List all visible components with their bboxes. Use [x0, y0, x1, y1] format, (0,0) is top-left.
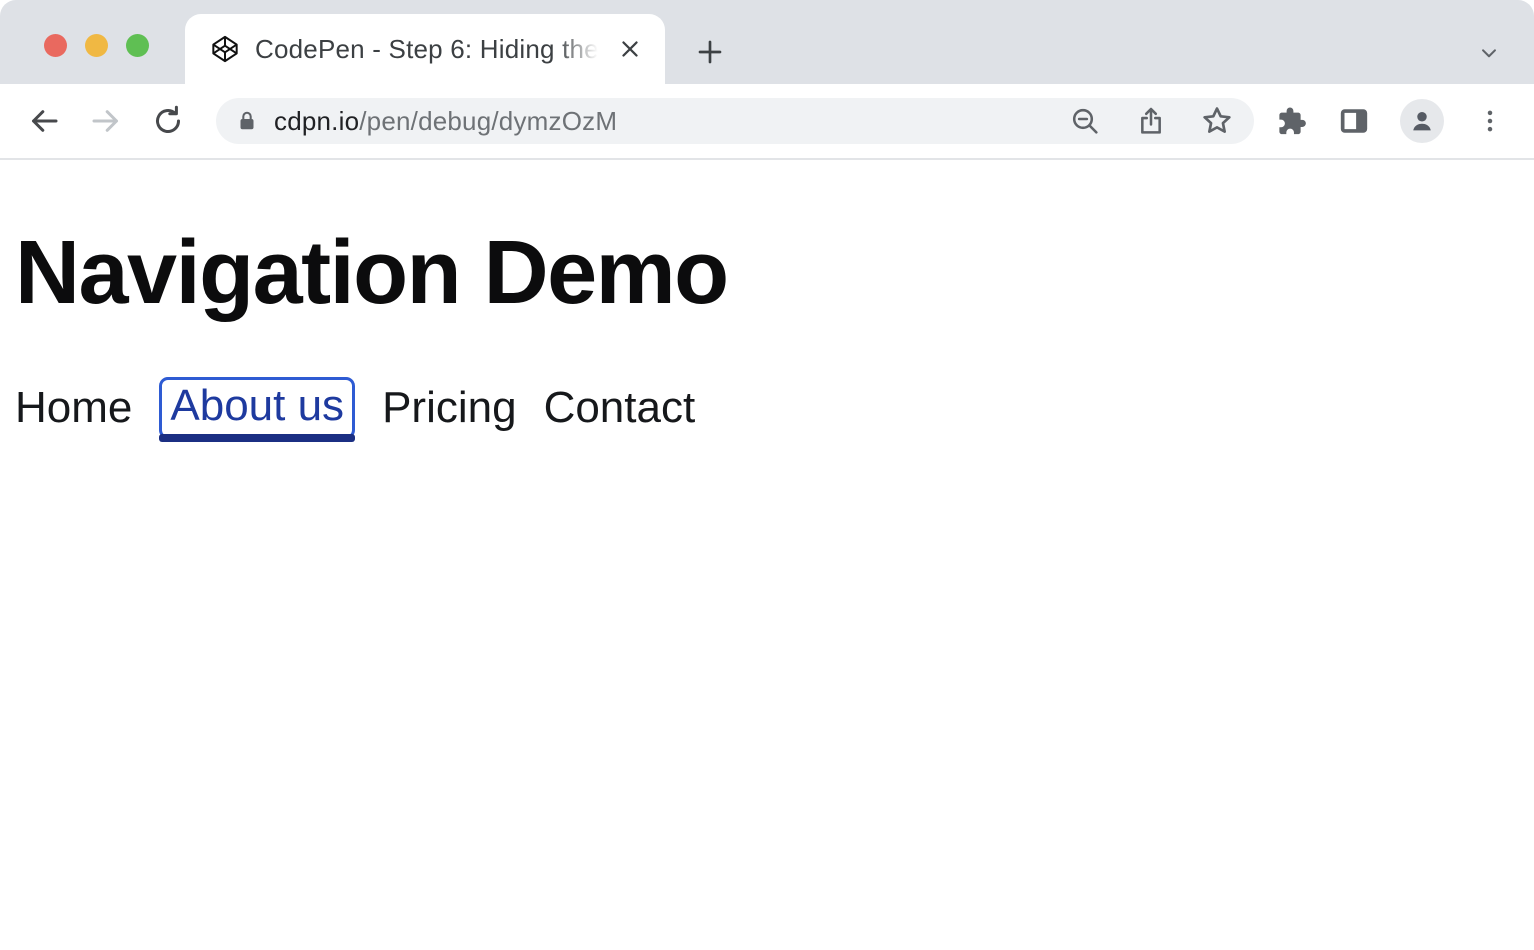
tab-close-icon[interactable]: [613, 32, 647, 66]
url-path: /pen/debug/dymzOzM: [359, 106, 617, 136]
zoom-out-icon[interactable]: [1068, 104, 1102, 138]
browser-window: CodePen - Step 6: Hiding the li: [0, 0, 1534, 950]
browser-tab[interactable]: CodePen - Step 6: Hiding the li: [185, 14, 665, 84]
tab-title: CodePen - Step 6: Hiding the li: [255, 34, 605, 65]
menu-kebab-icon[interactable]: [1472, 103, 1508, 139]
url-domain: cdpn.io: [274, 106, 359, 136]
nav-link-pricing[interactable]: Pricing: [382, 383, 517, 433]
omnibox-actions: [1068, 104, 1234, 138]
profile-avatar[interactable]: [1400, 99, 1444, 143]
back-button[interactable]: [20, 97, 68, 145]
nav-link-contact[interactable]: Contact: [544, 383, 696, 433]
window-maximize-button[interactable]: [126, 34, 149, 57]
codepen-logo-icon: [211, 35, 239, 63]
nav-link-home[interactable]: Home: [15, 383, 132, 433]
bookmark-star-icon[interactable]: [1200, 104, 1234, 138]
page-title: Navigation Demo: [15, 226, 1534, 321]
tab-strip: CodePen - Step 6: Hiding the li: [0, 0, 1534, 84]
browser-toolbar: cdpn.io/pen/debug/dymzOzM: [0, 84, 1534, 158]
window-close-button[interactable]: [44, 34, 67, 57]
extensions-puzzle-icon[interactable]: [1272, 103, 1308, 139]
url-text: cdpn.io/pen/debug/dymzOzM: [274, 106, 617, 137]
toolbar-actions: [1272, 99, 1508, 143]
nav-link-about-us[interactable]: About us: [159, 377, 355, 439]
window-minimize-button[interactable]: [85, 34, 108, 57]
page-content: Navigation Demo Home About us Pricing Co…: [0, 226, 1534, 439]
reload-button[interactable]: [144, 97, 192, 145]
lock-icon[interactable]: [234, 108, 260, 134]
traffic-lights: [44, 34, 149, 57]
address-bar[interactable]: cdpn.io/pen/debug/dymzOzM: [216, 98, 1254, 144]
tab-curve-left: [169, 68, 185, 84]
site-navigation: Home About us Pricing Contact: [15, 377, 1534, 439]
side-panel-icon[interactable]: [1336, 103, 1372, 139]
forward-button[interactable]: [82, 97, 130, 145]
tab-curve-right: [665, 68, 681, 84]
share-icon[interactable]: [1134, 104, 1168, 138]
new-tab-button[interactable]: [690, 32, 730, 72]
toolbar-divider: [0, 158, 1534, 160]
tab-search-chevron-icon[interactable]: [1474, 38, 1504, 68]
